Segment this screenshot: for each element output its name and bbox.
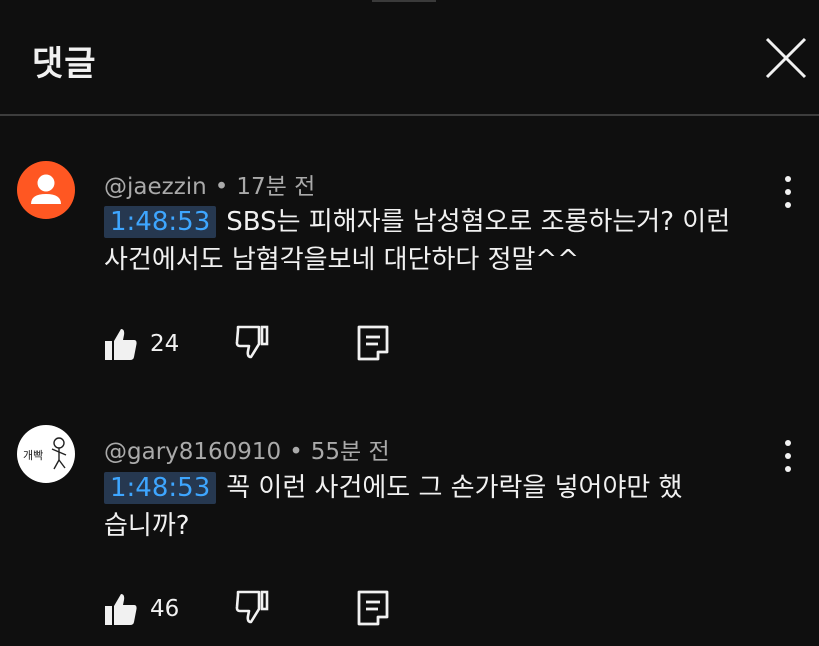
avatar[interactable] (17, 161, 75, 219)
meta-separator: • (289, 439, 303, 465)
kebab-dot (785, 189, 791, 195)
comments-header: 댓글 (0, 0, 819, 114)
doodle-avatar-icon: 개빡 (23, 437, 67, 470)
kebab-dot (785, 453, 791, 459)
like-button[interactable]: 46 (104, 589, 179, 629)
comment-author[interactable]: @jaezzin (104, 174, 207, 200)
close-icon (765, 37, 807, 79)
default-person-icon (31, 174, 61, 204)
dislike-button[interactable] (234, 589, 270, 629)
kebab-dot (785, 202, 791, 208)
thumbs-down-icon (235, 590, 269, 624)
comment-meta: @gary8160910 • 55분 전 (104, 432, 390, 466)
comment-time: 17분 전 (236, 174, 316, 200)
comment-actions: 46 (104, 589, 424, 629)
more-options-button[interactable] (774, 172, 802, 212)
comment-meta: @jaezzin • 17분 전 (104, 167, 315, 201)
kebab-dot (785, 176, 791, 182)
close-button[interactable] (762, 34, 810, 82)
thumbs-down-icon (235, 325, 269, 359)
page-title: 댓글 (32, 44, 97, 84)
comment-body: 1:48:53 SBS는 피해자를 남성혐오로 조롱하는거? 이런사건에서도 남혐… (104, 203, 744, 279)
header-divider (0, 114, 819, 116)
like-button[interactable]: 24 (104, 324, 179, 364)
thumbs-up-icon (105, 594, 137, 625)
kebab-dot (785, 440, 791, 446)
reply-button[interactable] (356, 589, 390, 631)
kebab-dot (785, 466, 791, 472)
thumbs-up-icon (105, 329, 137, 360)
reply-comment-icon (357, 590, 389, 626)
meta-separator: • (214, 174, 229, 200)
comment-body: 1:48:53 꼭 이런 사건에도 그 손가락을 넣어야만 했습니까? (104, 469, 704, 545)
comment-time: 55분 전 (310, 439, 390, 465)
reply-comment-icon (357, 325, 389, 361)
like-count: 46 (150, 596, 180, 622)
more-options-button[interactable] (774, 436, 802, 476)
like-count: 24 (150, 331, 180, 357)
avatar[interactable]: 개빡 (17, 425, 75, 483)
dislike-button[interactable] (234, 324, 270, 364)
timestamp-link[interactable]: 1:48:53 (104, 472, 217, 504)
reply-button[interactable] (356, 324, 390, 366)
comment-author[interactable]: @gary8160910 (104, 439, 281, 465)
svg-text:개빡: 개빡 (23, 449, 43, 462)
comment-actions: 24 (104, 324, 424, 364)
timestamp-link[interactable]: 1:48:53 (104, 206, 217, 238)
